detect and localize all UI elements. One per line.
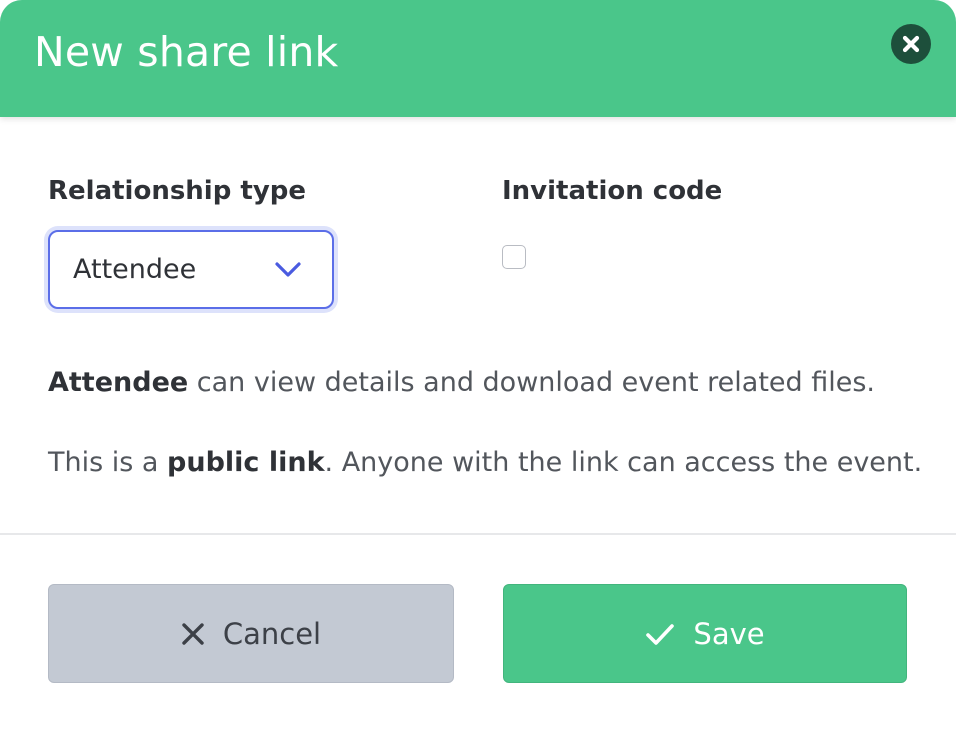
invitation-code-label: Invitation code bbox=[502, 176, 723, 206]
relationship-type-label: Relationship type bbox=[48, 176, 307, 206]
footer-divider bbox=[0, 533, 956, 535]
cancel-button-label: Cancel bbox=[222, 616, 322, 651]
public-link-notice-end: . Anyone with the link can access the ev… bbox=[324, 447, 923, 478]
public-link-notice-start: This is a bbox=[48, 447, 168, 478]
relationship-type-select[interactable]: Attendee bbox=[48, 230, 334, 309]
close-button[interactable] bbox=[891, 24, 931, 64]
role-description-text: can view details and download event rela… bbox=[188, 367, 876, 398]
cancel-button[interactable]: Cancel bbox=[48, 584, 454, 683]
relationship-type-value: Attendee bbox=[73, 254, 197, 285]
x-icon bbox=[182, 622, 204, 645]
dialog-title: New share link bbox=[34, 28, 339, 76]
invitation-code-checkbox[interactable] bbox=[502, 245, 526, 269]
share-link-dialog: New share link Relationship type Invitat… bbox=[0, 0, 956, 732]
dialog-header: New share link bbox=[0, 0, 956, 117]
public-link-notice: This is a public link. Anyone with the l… bbox=[48, 445, 922, 481]
save-button[interactable]: Save bbox=[503, 584, 907, 683]
chevron-down-icon bbox=[275, 262, 301, 277]
check-icon bbox=[646, 623, 675, 645]
close-icon bbox=[902, 35, 920, 53]
public-link-emphasis: public link bbox=[167, 447, 325, 478]
save-button-label: Save bbox=[693, 616, 765, 651]
role-description: Attendee can view details and download e… bbox=[48, 365, 875, 401]
role-name: Attendee bbox=[48, 367, 189, 398]
